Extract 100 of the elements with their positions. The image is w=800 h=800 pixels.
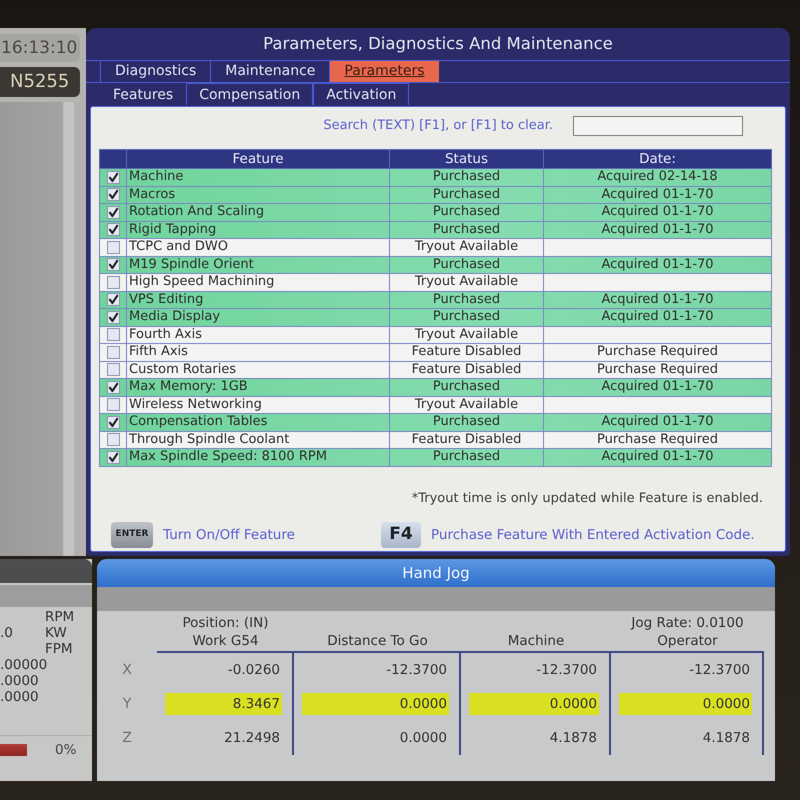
table-cell: Acquired 01-1-70 — [544, 204, 772, 221]
table-row[interactable]: Fifth Axis Feature Disabled Purchase Required — [100, 344, 772, 361]
unit-label: KW — [45, 625, 68, 641]
tab[interactable]: Activation — [313, 83, 410, 105]
checkbox[interactable] — [106, 170, 120, 184]
table-row[interactable]: VPS Editing Purchased Acquired 01-1-70 — [100, 291, 772, 308]
readout-value: .00000 — [0, 657, 45, 673]
checkbox[interactable] — [106, 398, 120, 412]
table-cell-text: 0.0000 — [398, 729, 448, 748]
load-percent: 0% — [55, 741, 76, 760]
table-row[interactable]: Wireless Networking Tryout Available — [100, 396, 772, 414]
table-row[interactable]: Rotation And Scaling Purchased Acquired 01-1-70 — [100, 204, 772, 221]
checkbox[interactable] — [106, 310, 120, 324]
load-meter — [0, 744, 27, 756]
key-hint-text: Turn On/Off Feature — [163, 526, 295, 545]
table-cell: Media Display — [126, 308, 390, 326]
key-hint-text: Purchase Feature With Entered Activation Code. — [431, 526, 755, 545]
table-cell-text: 4.1878 — [548, 729, 598, 748]
checkbox[interactable] — [106, 240, 120, 254]
search-hint: Search (TEXT) [F1], or [F1] to clear. — [323, 117, 553, 136]
checkbox[interactable] — [106, 206, 120, 219]
unit-label: FPM — [45, 641, 74, 657]
table-cell: Purchased — [390, 308, 544, 326]
unit-label: RPM — [45, 609, 76, 625]
window-title: Parameters, Diagnostics And Maintenance — [262, 33, 614, 55]
tab[interactable]: Parameters — [329, 61, 439, 82]
table-cell: Purchase Required — [544, 344, 772, 361]
table-row[interactable]: Media Display Purchased Acquired 01-1-70 — [100, 308, 772, 326]
table-cell: Acquired 01-1-70 — [544, 414, 772, 431]
table-cell: 8.3467 — [165, 693, 282, 715]
column-header: Machine — [461, 631, 611, 653]
table-row[interactable]: High Speed Machining Tryout Available — [100, 274, 772, 291]
table-cell: High Speed Machining — [126, 274, 390, 291]
table-cell-text: 4.1878 — [702, 729, 751, 748]
checkbox[interactable] — [106, 293, 120, 306]
table-cell: Max Spindle Speed: 8100 RPM — [126, 448, 390, 466]
axis-label: X — [121, 660, 133, 680]
table-cell: Purchased — [390, 378, 544, 396]
jog-rate: Jog Rate: 0.0100 — [630, 615, 745, 631]
checkbox[interactable] — [106, 450, 120, 464]
table-cell: Fifth Axis — [126, 344, 390, 361]
table-cell-text: -12.3700 — [535, 661, 598, 680]
tab[interactable]: Compensation — [186, 83, 314, 105]
table-cell: 0.0000 — [469, 693, 599, 715]
table-row[interactable]: Rigid Tapping Purchased Acquired 01-1-70 — [100, 221, 772, 238]
checkbox[interactable] — [106, 258, 120, 272]
table-row[interactable]: Max Spindle Speed: 8100 RPM Purchased Acquired 01-1-70 — [100, 448, 772, 466]
table-row[interactable]: Max Memory: 1GB Purchased Acquired 01-1-70 — [100, 378, 772, 396]
column-header: Work G54 — [157, 631, 294, 653]
line-number: N5255 — [0, 67, 80, 97]
position-label: Position: (IN) — [181, 615, 270, 631]
column-header: Feature — [126, 150, 390, 168]
table-cell: Acquired 01-1-70 — [544, 308, 772, 326]
checkbox[interactable] — [106, 433, 120, 446]
table-cell-text: -0.0260 — [226, 661, 281, 680]
key-cap: F4 — [381, 522, 421, 548]
readout-value: .0000 — [0, 673, 40, 689]
key-cap: ENTER — [111, 522, 153, 548]
column-header: Status — [390, 150, 544, 168]
table-row[interactable]: TCPC and DWO Tryout Available — [100, 238, 772, 256]
table-cell: Purchased — [390, 448, 544, 466]
table-cell: Machine — [126, 168, 390, 186]
checkbox[interactable] — [106, 416, 120, 429]
table-cell: 0.0000 — [619, 693, 752, 715]
table-row[interactable]: M19 Spindle Orient Purchased Acquired 01-1-70 — [100, 256, 772, 274]
table-row[interactable]: Custom Rotaries Feature Disabled Purchase Required — [100, 361, 772, 378]
table-cell: Tryout Available — [390, 274, 544, 291]
table-row[interactable]: Fourth Axis Tryout Available — [100, 326, 772, 344]
table-row[interactable]: Macros Purchased Acquired 01-1-70 — [100, 186, 772, 204]
checkbox[interactable] — [106, 346, 120, 359]
table-cell: Tryout Available — [390, 238, 544, 256]
clock-time: 16:13:10 — [0, 34, 80, 62]
search-field[interactable] — [573, 116, 743, 136]
table-cell: Purchased — [390, 414, 544, 431]
checkbox[interactable] — [106, 276, 120, 289]
table-cell: 0.0000 — [302, 693, 449, 715]
column-header: Date: — [544, 150, 772, 168]
panel-title: Hand Jog — [97, 559, 775, 587]
checkbox[interactable] — [106, 188, 120, 202]
checkbox[interactable] — [106, 328, 120, 342]
table-cell: Acquired 02-14-18 — [544, 168, 772, 186]
table-cell: Feature Disabled — [390, 344, 544, 361]
table-row[interactable]: Through Spindle Coolant Feature Disabled Purchase Required — [100, 431, 772, 448]
readout-value: .0 — [0, 625, 14, 641]
checkbox[interactable] — [106, 380, 120, 394]
table-row[interactable]: Machine Purchased Acquired 02-14-18 — [100, 168, 772, 186]
table-cell: Acquired 01-1-70 — [544, 448, 772, 466]
readout-value: .0000 — [0, 689, 40, 705]
checkbox[interactable] — [106, 363, 120, 376]
axis-label: Z — [121, 728, 133, 748]
table-cell: Rotation And Scaling — [126, 204, 390, 221]
table-cell: Compensation Tables — [126, 414, 390, 431]
footnote: *Tryout time is only updated while Feature is enabled. — [410, 490, 764, 508]
table-cell: Acquired 01-1-70 — [544, 378, 772, 396]
table-row[interactable]: Compensation Tables Purchased Acquired 01-1-70 — [100, 414, 772, 431]
column-header: Distance To Go — [294, 631, 461, 653]
column-header: Operator — [611, 631, 764, 653]
checkbox[interactable] — [106, 223, 120, 236]
table-cell-text: -12.3700 — [688, 661, 751, 680]
tab[interactable]: Diagnostics — [100, 61, 210, 82]
